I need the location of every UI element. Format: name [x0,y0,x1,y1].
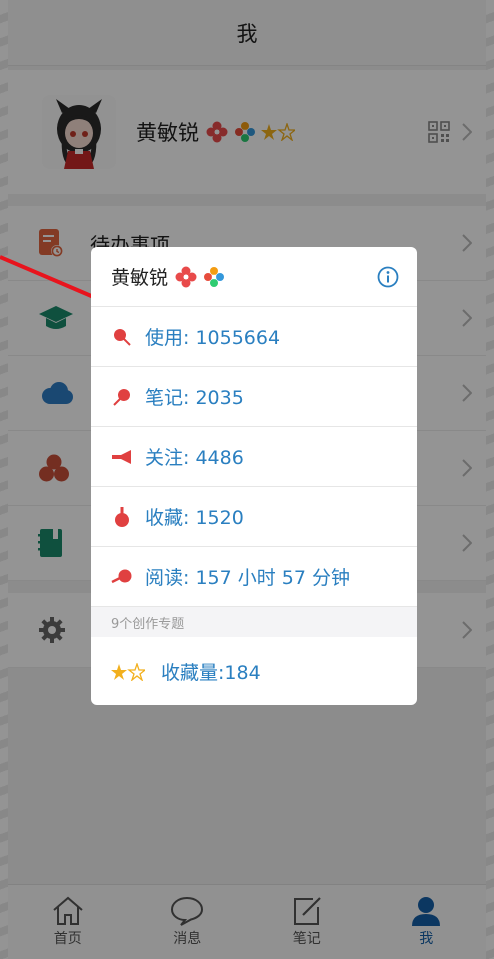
favorites-count-row[interactable]: 收藏量:184 [91,637,417,705]
favorites-count-text: 收藏量:184 [161,662,261,684]
stat-row-favorites: 收藏: 1520 [91,487,417,547]
star-rating-icon [111,662,145,681]
horn-icon [112,449,131,464]
user-stats-popup: 黄敏锐 使用: 1055664 笔记: 2035 关注: 4486 收藏: 15… [91,247,417,705]
stat-text: 笔记: 2035 [145,387,244,409]
red-flower-badge-icon [175,266,197,287]
topics-subheader: 9个创作专题 [91,607,417,637]
colorful-flower-badge-icon [204,266,225,287]
stat-text: 关注: 4486 [145,447,244,469]
popup-badges [174,265,226,289]
stat-text: 收藏: 1520 [145,507,244,529]
info-icon[interactable] [377,266,399,288]
stat-row-usage: 使用: 1055664 [91,307,417,367]
stat-row-reading: 阅读: 157 小时 57 分钟 [91,547,417,607]
stat-row-notes: 笔记: 2035 [91,367,417,427]
pin-tilted-icon [113,388,130,406]
stat-text: 使用: 1055664 [145,327,281,349]
stat-row-follows: 关注: 4486 [91,427,417,487]
drop-bulb-icon [115,506,129,527]
pushpin-icon [114,328,131,346]
trumpet-icon [111,569,132,583]
popup-header: 黄敏锐 [91,247,417,307]
stat-text: 阅读: 157 小时 57 分钟 [145,567,351,589]
popup-user-name: 黄敏锐 [111,267,169,289]
